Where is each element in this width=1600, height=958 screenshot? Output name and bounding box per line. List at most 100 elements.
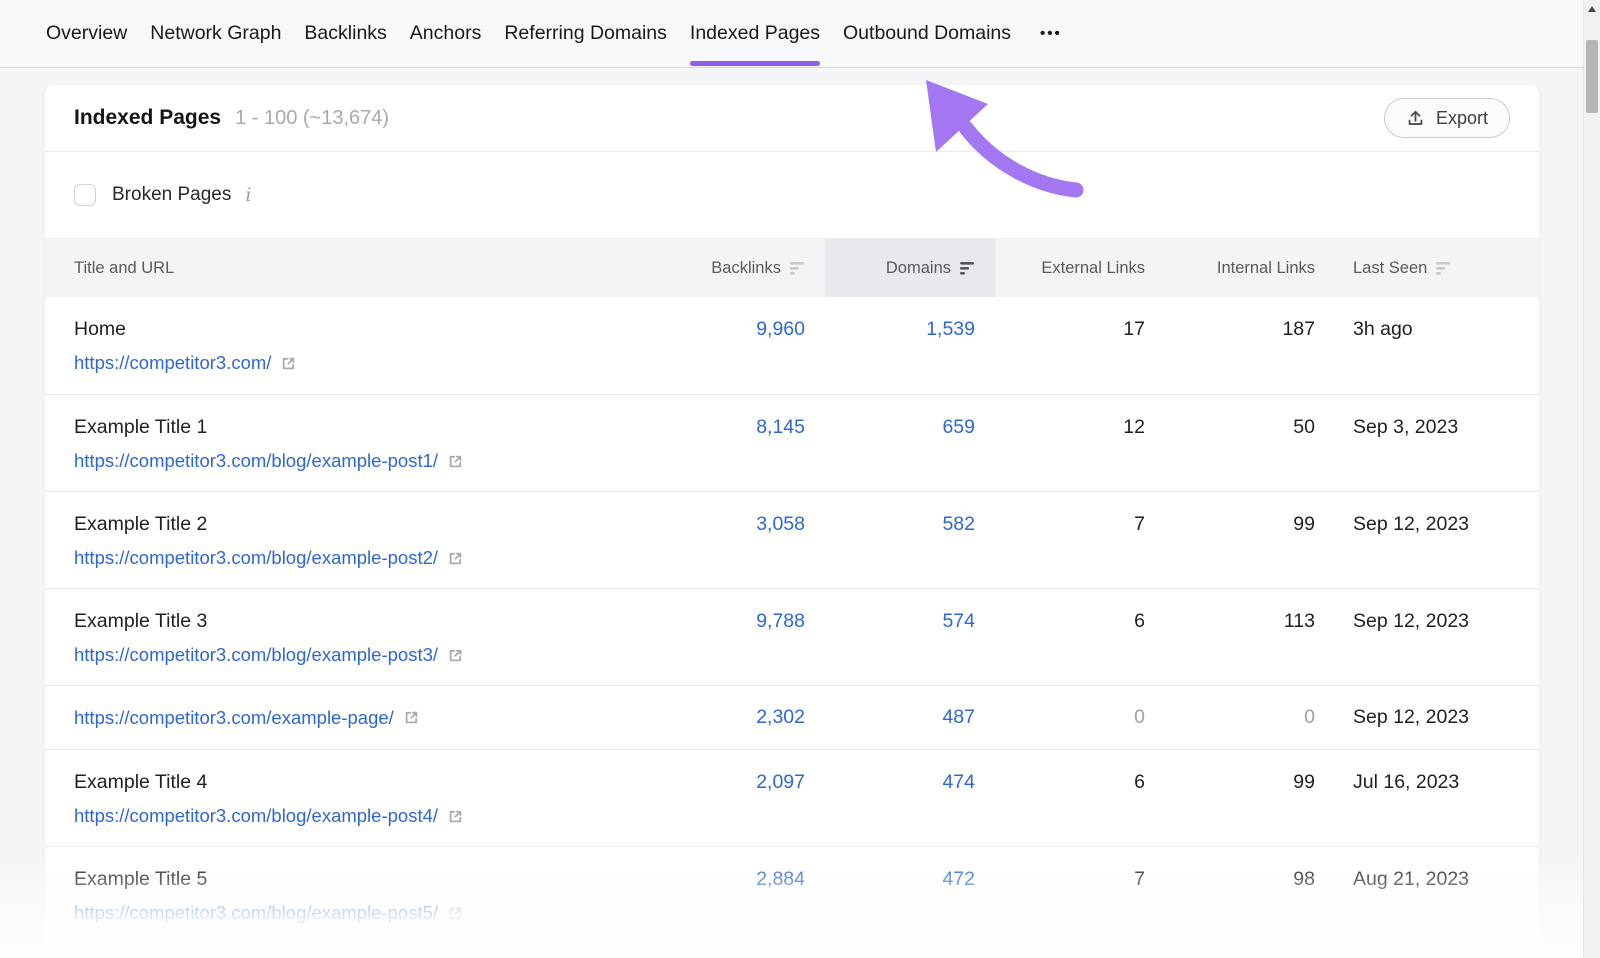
domains-count-link[interactable]: 582: [942, 513, 975, 535]
url-line: https://competitor3.com/blog/example-pos…: [74, 450, 645, 472]
broken-pages-label[interactable]: Broken Pages: [112, 184, 231, 206]
table-row: Home https://competitor3.com/ 9,960 1,53…: [45, 297, 1539, 394]
page-url-link[interactable]: https://competitor3.com/example-page/: [74, 707, 394, 729]
column-header-label: Domains: [886, 259, 951, 278]
active-tab-underline: [690, 61, 820, 66]
last-seen-cell: Sep 12, 2023: [1335, 589, 1539, 685]
external-links-cell: 17: [995, 297, 1165, 394]
broken-pages-checkbox[interactable]: [74, 184, 96, 206]
page-url-link[interactable]: https://competitor3.com/blog/example-pos…: [74, 547, 438, 569]
internal-links-count: 98: [1293, 868, 1315, 890]
external-links-count: 7: [1134, 868, 1145, 890]
external-links-count: 0: [1134, 706, 1145, 729]
external-links-count: 6: [1134, 610, 1145, 632]
tab-indexed-pages[interactable]: Indexed Pages: [690, 0, 820, 67]
internal-links-cell: 0: [1165, 686, 1335, 749]
domains-cell: 659: [825, 395, 995, 491]
ellipsis-icon: •••: [1040, 25, 1062, 42]
last-seen-cell: Sep 3, 2023: [1335, 395, 1539, 491]
tab-overview-label: Overview: [46, 22, 127, 45]
tab-outbound-domains[interactable]: Outbound Domains: [843, 0, 1011, 67]
export-button[interactable]: Export: [1384, 98, 1510, 138]
last-seen-value: Sep 3, 2023: [1353, 416, 1458, 438]
backlinks-cell: 9,788: [655, 589, 825, 685]
page-url-link[interactable]: https://competitor3.com/blog/example-pos…: [74, 450, 438, 472]
internal-links-count: 187: [1282, 318, 1315, 340]
export-upload-icon: [1406, 109, 1425, 128]
backlinks-cell: 8,145: [655, 395, 825, 491]
external-link-icon[interactable]: [447, 453, 464, 470]
backlinks-count-link[interactable]: 2,302: [756, 706, 805, 729]
external-links-count: 6: [1134, 771, 1145, 793]
last-seen-value: 3h ago: [1353, 318, 1413, 340]
page-title: Example Title 4: [74, 771, 645, 794]
title-and-url-cell: Example Title 4 https://competitor3.com/…: [45, 750, 655, 846]
backlinks-cell: 9,960: [655, 297, 825, 394]
scroll-up-arrow-icon[interactable]: [1588, 6, 1596, 12]
domains-count-link[interactable]: 474: [942, 771, 975, 793]
tab-referring-domains-label: Referring Domains: [504, 22, 667, 45]
domains-count-link[interactable]: 487: [942, 706, 975, 729]
page-title: Example Title 1: [74, 416, 645, 439]
page-title: Home: [74, 318, 645, 341]
column-header-label: Last Seen: [1353, 259, 1427, 278]
external-link-icon[interactable]: [447, 550, 464, 567]
external-links-count: 7: [1134, 513, 1145, 535]
more-tabs-button[interactable]: •••: [1034, 0, 1062, 67]
sort-descending-icon: [960, 262, 975, 275]
internal-links-cell: 98: [1165, 847, 1335, 943]
internal-links-count: 0: [1304, 706, 1315, 729]
column-header-external-links[interactable]: External Links: [995, 239, 1165, 297]
table-header-row: Title and URL Backlinks Domains External…: [45, 238, 1539, 297]
table-row: Example Title 5 https://competitor3.com/…: [45, 846, 1539, 943]
backlinks-cell: 2,884: [655, 847, 825, 943]
internal-links-count: 99: [1293, 513, 1315, 535]
last-seen-cell: Sep 12, 2023: [1335, 686, 1539, 749]
backlinks-count-link[interactable]: 3,058: [756, 513, 805, 535]
column-header-internal-links[interactable]: Internal Links: [1165, 239, 1335, 297]
external-link-icon[interactable]: [447, 905, 464, 922]
domains-count-link[interactable]: 472: [942, 868, 975, 890]
vertical-scrollbar[interactable]: [1583, 0, 1600, 958]
domains-cell: 574: [825, 589, 995, 685]
scrollbar-thumb[interactable]: [1586, 40, 1598, 113]
column-header-domains[interactable]: Domains: [825, 239, 995, 297]
tab-network-graph[interactable]: Network Graph: [150, 0, 281, 67]
last-seen-value: Sep 12, 2023: [1353, 610, 1469, 632]
tab-backlinks-label: Backlinks: [304, 22, 386, 45]
tab-overview[interactable]: Overview: [46, 0, 127, 67]
column-header-last-seen[interactable]: Last Seen: [1335, 239, 1539, 297]
domains-count-link[interactable]: 574: [942, 610, 975, 632]
column-header-title-and-url: Title and URL: [45, 239, 655, 297]
tab-referring-domains[interactable]: Referring Domains: [504, 0, 667, 67]
internal-links-cell: 187: [1165, 297, 1335, 394]
backlinks-count-link[interactable]: 8,145: [756, 416, 805, 438]
external-link-icon[interactable]: [403, 709, 420, 726]
tab-anchors[interactable]: Anchors: [410, 0, 482, 67]
internal-links-cell: 99: [1165, 750, 1335, 846]
page-url-link[interactable]: https://competitor3.com/: [74, 352, 271, 374]
column-header-backlinks[interactable]: Backlinks: [655, 239, 825, 297]
backlinks-count-link[interactable]: 9,960: [756, 318, 805, 340]
panel-title: Indexed Pages: [74, 106, 221, 130]
column-header-label: Backlinks: [711, 259, 781, 278]
tab-network-graph-label: Network Graph: [150, 22, 281, 45]
info-icon[interactable]: i: [245, 184, 251, 206]
backlinks-count-link[interactable]: 2,097: [756, 771, 805, 793]
page-url-link[interactable]: https://competitor3.com/blog/example-pos…: [74, 902, 438, 924]
external-link-icon[interactable]: [447, 647, 464, 664]
page-title: Example Title 5: [74, 868, 645, 891]
title-and-url-cell: Example Title 5 https://competitor3.com/…: [45, 847, 655, 943]
backlinks-count-link[interactable]: 2,884: [756, 868, 805, 890]
domains-count-link[interactable]: 1,539: [926, 318, 975, 340]
external-links-cell: 6: [995, 750, 1165, 846]
backlinks-cell: 2,097: [655, 750, 825, 846]
domains-count-link[interactable]: 659: [942, 416, 975, 438]
internal-links-count: 99: [1293, 771, 1315, 793]
external-link-icon[interactable]: [280, 355, 297, 372]
tab-backlinks[interactable]: Backlinks: [304, 0, 386, 67]
page-url-link[interactable]: https://competitor3.com/blog/example-pos…: [74, 805, 438, 827]
external-link-icon[interactable]: [447, 808, 464, 825]
backlinks-count-link[interactable]: 9,788: [756, 610, 805, 632]
page-url-link[interactable]: https://competitor3.com/blog/example-pos…: [74, 644, 438, 666]
